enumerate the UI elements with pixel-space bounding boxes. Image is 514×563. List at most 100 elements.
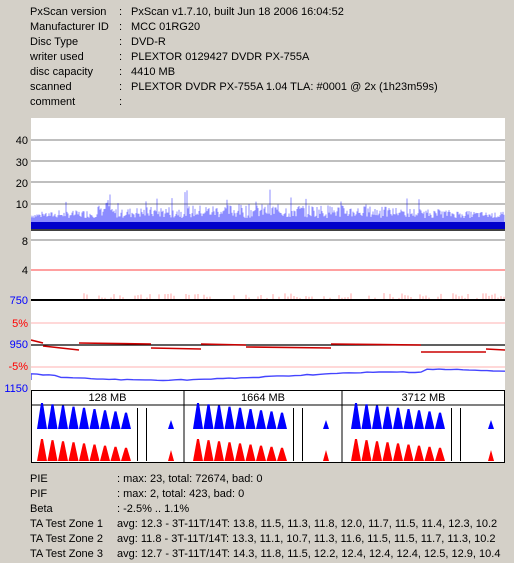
ta-peak-blue (89, 409, 100, 429)
ta-peak-blue (47, 404, 58, 429)
ta-peak-red (382, 442, 393, 461)
ta-peak-blue (266, 411, 277, 429)
ta-peak-red (256, 445, 266, 461)
stat-label: TA Test Zone 2 (30, 533, 103, 545)
ta-peak-red (68, 442, 79, 461)
pie-baseline-band (31, 222, 505, 229)
scan-plot-svg (31, 139, 505, 382)
ta-peak-red (37, 439, 47, 461)
stat-label: PIF (30, 488, 48, 500)
beta-trace (31, 339, 505, 353)
info-colon: : (119, 36, 123, 48)
ta-peak-blue (245, 409, 256, 429)
info-label: PxScan version (30, 6, 107, 18)
ta-peak-blue (361, 404, 372, 429)
ta-peak-red (235, 443, 245, 461)
ta-peak-blue (193, 403, 203, 429)
stat-value: : max: 23, total: 72674, bad: 0 (117, 473, 263, 485)
info-value: DVD-R (131, 36, 166, 48)
ta-peak-red (435, 447, 445, 461)
scan-plot-panel (31, 118, 505, 390)
ta-peak-red (361, 440, 372, 461)
beta-axis-label-pos: 5% (12, 318, 28, 330)
info-label: Manufacturer ID (30, 21, 109, 33)
stat-value: avg: 12.7 - 3T-11T/14T: 14.3, 11.8, 11.5… (117, 548, 501, 560)
info-value: 4410 MB (131, 66, 176, 78)
info-value: PxScan v1.7.10, built Jun 18 2006 16:04:… (131, 6, 344, 18)
ta-peak-blue (382, 406, 393, 429)
ta-peak-red (58, 441, 68, 461)
ta-peak-red (224, 442, 235, 461)
info-label: scanned (30, 81, 72, 93)
ta-peak-blue (79, 407, 89, 429)
ta-peak-red (121, 447, 131, 461)
ta-peak-red-small (168, 450, 174, 461)
stat-label: Beta (30, 503, 53, 515)
ta-peak-blue (121, 412, 131, 429)
ta-peak-red (203, 440, 214, 461)
ta-peak-blue (37, 403, 47, 429)
ta-peak-blue (414, 410, 424, 429)
stat-value: avg: 12.3 - 3T-11T/14T: 13.8, 11.5, 11.3… (117, 518, 498, 530)
jitter-axis-label-bottom: 1150 (4, 383, 28, 395)
ta-peak-blue (58, 405, 68, 429)
beta-axis-label-neg: -5% (8, 361, 28, 373)
info-colon: : (119, 6, 123, 18)
ta-peak-red (193, 439, 203, 461)
info-label: disc capacity (30, 66, 93, 78)
info-label: Disc Type (30, 36, 79, 48)
ta-peak-blue-small (323, 420, 329, 429)
info-colon: : (119, 81, 123, 93)
ta-peak-red (424, 446, 435, 461)
ta-peak-red (403, 444, 414, 461)
pie-noise-area (31, 189, 505, 222)
pie-axis-label: 20 (15, 178, 28, 190)
ta-peak-red (372, 441, 382, 461)
ta-peak-blue (224, 406, 235, 429)
pie-axis-label: 40 (15, 135, 28, 147)
ta-peak-blue (203, 404, 214, 429)
ta-zone-header-2: 1664 MB (240, 392, 286, 404)
ta-peak-red (214, 441, 224, 461)
ta-peak-blue (372, 405, 382, 429)
ta-peak-red (393, 443, 403, 461)
ta-peak-red (110, 446, 121, 461)
ta-peak-red (79, 443, 89, 461)
ta-peak-red (351, 439, 361, 461)
ta-peak-red-small (488, 450, 494, 461)
pie-axis-label: 30 (15, 157, 28, 169)
ta-peak-blue (424, 411, 435, 429)
ta-peak-blue (393, 407, 403, 429)
ta-peak-red (266, 446, 277, 461)
stat-value: avg: 11.8 - 3T-11T/14T: 13.3, 11.1, 10.7… (117, 533, 496, 545)
ta-peak-blue (68, 406, 79, 429)
stat-label: TA Test Zone 3 (30, 548, 103, 560)
info-value: PLEXTOR DVDR PX-755A 1.04 TLA: #0001 @ 2… (131, 81, 438, 93)
info-value: MCC 01RG20 (131, 21, 201, 33)
ta-peak-red (100, 445, 110, 461)
ta-histogram-peaks (37, 403, 494, 461)
ta-peak-blue (403, 409, 414, 429)
ta-peak-red (89, 444, 100, 461)
ta-peak-blue (256, 410, 266, 429)
stat-value: : max: 2, total: 423, bad: 0 (117, 488, 245, 500)
ta-peak-blue (100, 410, 110, 429)
ta-peak-blue-small (168, 420, 174, 429)
stat-label: TA Test Zone 1 (30, 518, 103, 530)
jitter-axis-label-mid: 950 (9, 339, 28, 351)
info-colon: : (119, 21, 123, 33)
ta-peak-red (47, 440, 58, 461)
info-label: writer used (30, 51, 84, 63)
ta-peak-blue (214, 405, 224, 429)
info-colon: : (119, 51, 123, 63)
pif-axis-label: 8 (21, 236, 28, 248)
pif-noise-area (83, 293, 505, 299)
stat-label: PIE (30, 473, 48, 485)
ta-peak-red (277, 447, 287, 461)
ta-peak-blue (351, 403, 361, 429)
pif-axis-label: 4 (21, 265, 28, 277)
ta-zone-header-1: 128 MB (88, 392, 127, 404)
ta-peak-blue (277, 412, 287, 429)
ta-peak-red-small (323, 450, 329, 461)
info-colon: : (119, 66, 123, 78)
